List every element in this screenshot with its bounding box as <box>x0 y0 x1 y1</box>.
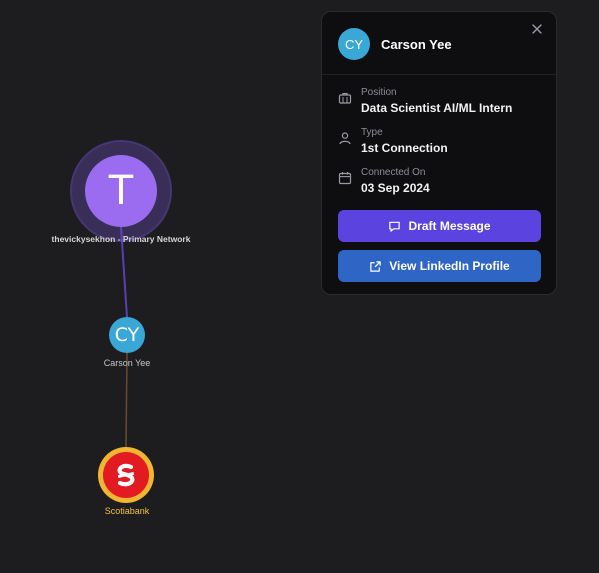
close-button[interactable] <box>528 20 546 38</box>
external-link-icon <box>370 260 381 272</box>
message-icon <box>389 221 401 232</box>
view-linkedin-profile-button[interactable]: View LinkedIn Profile <box>338 250 541 282</box>
company-node-inner <box>103 452 149 498</box>
primary-node-label: thevickysekhon - Primary Network <box>51 234 191 244</box>
type-value: 1st Connection <box>361 141 448 155</box>
person-node-initials: CY <box>114 324 140 346</box>
person-node-carson-yee[interactable]: CY <box>109 317 145 353</box>
primary-node-initial: T <box>108 168 134 214</box>
close-icon <box>532 24 542 34</box>
avatar-initials: CY <box>344 36 364 52</box>
user-icon <box>339 132 351 145</box>
scotiabank-logo-icon <box>117 463 135 487</box>
company-node-label: Scotiabank <box>104 506 150 516</box>
company-node-scotiabank[interactable] <box>98 447 154 503</box>
briefcase-icon <box>338 93 352 104</box>
position-label: Position <box>361 87 397 98</box>
draft-message-button[interactable]: Draft Message <box>338 210 541 242</box>
view-linkedin-profile-label: View LinkedIn Profile <box>389 259 510 273</box>
calendar-icon <box>338 172 352 185</box>
type-label: Type <box>361 127 383 138</box>
connected-on-label: Connected On <box>361 167 426 178</box>
position-value: Data Scientist AI/ML Intern <box>361 101 513 115</box>
primary-network-node[interactable]: T <box>85 155 157 227</box>
person-node-label: Carson Yee <box>103 358 151 368</box>
connection-detail-panel: CY Carson Yee Position Data Scientist AI… <box>321 11 557 295</box>
draft-message-label: Draft Message <box>408 219 491 233</box>
avatar: CY <box>338 28 370 60</box>
panel-person-name: Carson Yee <box>381 37 452 52</box>
connected-on-value: 03 Sep 2024 <box>361 181 430 195</box>
panel-header: CY Carson Yee <box>322 12 556 75</box>
